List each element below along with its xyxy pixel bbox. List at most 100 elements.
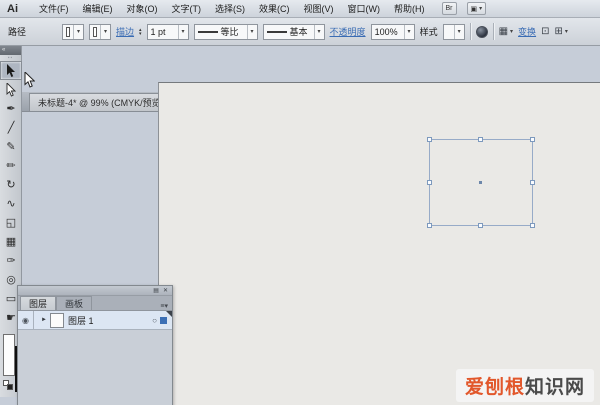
layers-panel: ▤ ✕ 图层 画板 ≡▾ ◉ ► 图层 1 ○ <box>17 285 173 405</box>
fill-color-swatch[interactable] <box>3 334 15 376</box>
line-segment-tool[interactable]: ╱ <box>0 118 22 137</box>
transform-panel-link[interactable]: 变换 <box>518 25 536 38</box>
select-similar-button[interactable]: ⊞ ▾ <box>554 26 567 37</box>
bridge-icon: Br <box>446 5 453 12</box>
opacity-value: 100% <box>375 27 398 37</box>
bridge-button[interactable]: Br <box>442 2 457 15</box>
watermark-accent-text: 爱刨根 <box>465 377 525 398</box>
tab-layers[interactable]: 图层 <box>20 296 56 310</box>
width-profile-icon <box>198 31 218 33</box>
paintbrush-tool[interactable]: ✎ <box>0 137 22 156</box>
stroke-swatch-icon <box>93 27 97 37</box>
recolor-artwork-button[interactable] <box>476 26 488 38</box>
menu-item-type[interactable]: 文字(T) <box>165 0 209 17</box>
control-bar: 路径 ▾ ▾ 描边 ▴ ▾ 1 pt ▾ 等比 ▾ 基本 ▾ 不透明度 <box>0 18 600 46</box>
variable-width-dropdown[interactable]: 等比 ▾ <box>194 24 258 40</box>
watermark-text: 知识网 <box>525 377 585 398</box>
black-arrow-icon <box>6 64 16 78</box>
menu-item-window[interactable]: 窗口(W) <box>341 0 388 17</box>
menu-item-help[interactable]: 帮助(H) <box>387 0 432 17</box>
stroke-weight-value: 1 pt <box>151 27 166 37</box>
selection-handle[interactable] <box>478 137 483 142</box>
panel-title-bar[interactable]: ▤ ✕ <box>18 286 172 296</box>
menu-item-effect[interactable]: 效果(C) <box>252 0 297 17</box>
default-colors-icon[interactable] <box>3 380 13 390</box>
layer-name[interactable]: 图层 1 <box>68 314 152 327</box>
paintbrush-icon: ✎ <box>6 140 15 153</box>
pen-tool[interactable]: ✒ <box>0 99 22 118</box>
canvas[interactable] <box>158 82 600 405</box>
align-dropdown-button[interactable]: ▦ ▾ <box>499 26 513 37</box>
layer-row[interactable]: ◉ ► 图层 1 ○ <box>18 311 172 330</box>
menu-item-view[interactable]: 视图(V) <box>297 0 341 17</box>
brush-definition-value: 基本 <box>290 25 308 38</box>
close-panel-icon[interactable]: ✕ <box>163 287 168 294</box>
fill-color-dropdown[interactable]: ▾ <box>62 24 84 40</box>
style-label: 样式 <box>420 25 438 38</box>
selection-handle[interactable] <box>427 137 432 142</box>
mesh-tool[interactable]: ▦ <box>0 232 22 251</box>
eyedropper-tool[interactable]: ✑ <box>0 251 22 270</box>
isolate-icon: ⊡ <box>541 26 549 37</box>
workspace: 未标题-4* @ 99% (CMYK/预览) × « ▪▪ <box>0 46 600 405</box>
chevron-down-icon: ▾ <box>454 25 461 39</box>
selection-indicator[interactable] <box>160 317 167 324</box>
stroke-panel-link[interactable]: 描边 <box>116 25 134 38</box>
direct-selection-tool[interactable] <box>0 80 22 99</box>
menu-item-file[interactable]: 文件(F) <box>32 0 76 17</box>
free-transform-tool[interactable]: ◱ <box>0 213 22 232</box>
brush-stroke-icon <box>267 31 287 33</box>
panel-menu-icon[interactable]: ≡▾ <box>160 302 172 310</box>
document-tab-title: 未标题-4* @ 99% (CMYK/预览) <box>38 96 164 109</box>
selection-bounding-box[interactable] <box>429 139 533 226</box>
chevron-down-icon: ▾ <box>178 25 185 39</box>
menu-bar: Ai 文件(F) 编辑(E) 对象(O) 文字(T) 选择(S) 效果(C) 视… <box>0 0 600 18</box>
menu-item-edit[interactable]: 编辑(E) <box>76 0 120 17</box>
tools-panel-header[interactable]: « <box>0 46 21 55</box>
isolate-object-button[interactable]: ⊡ <box>541 26 549 37</box>
selection-handle[interactable] <box>530 223 535 228</box>
selection-handle[interactable] <box>427 180 432 185</box>
pencil-tool[interactable]: ✏ <box>0 156 22 175</box>
chevron-down-icon: ▾ <box>73 25 80 39</box>
brush-definition-dropdown[interactable]: 基本 ▾ <box>263 24 325 40</box>
panel-tab-row: 图层 画板 ≡▾ <box>18 296 172 311</box>
layer-thumbnail[interactable] <box>50 313 64 328</box>
artboard-icon: ▭ <box>6 292 16 305</box>
collapse-panel-icon[interactable]: ▤ <box>153 287 159 294</box>
target-circle-icon[interactable]: ○ <box>152 316 157 325</box>
tab-artboards[interactable]: 画板 <box>56 296 92 310</box>
arrange-documents-button[interactable]: ▣ ▾ <box>467 2 487 15</box>
hand-icon: ☛ <box>6 311 16 324</box>
stroke-color-dropdown[interactable]: ▾ <box>89 24 111 40</box>
stroke-weight-input[interactable]: 1 pt ▾ <box>147 24 189 40</box>
variable-width-value: 等比 <box>221 25 239 38</box>
opacity-panel-link[interactable]: 不透明度 <box>330 25 366 38</box>
divider <box>470 23 471 40</box>
stroke-weight-stepper[interactable]: ▴ ▾ <box>139 28 142 36</box>
rotate-tool[interactable]: ↻ <box>0 175 22 194</box>
selection-handle[interactable] <box>530 180 535 185</box>
visibility-toggle[interactable]: ◉ <box>18 316 33 325</box>
chevron-down-icon: ▾ <box>510 28 513 35</box>
arrange-documents-icon: ▣ <box>471 5 478 13</box>
selection-handle[interactable] <box>530 137 535 142</box>
fill-swatch-icon <box>66 27 70 37</box>
collapse-icon: « <box>2 47 5 53</box>
stepper-down-icon[interactable]: ▾ <box>139 32 142 36</box>
selection-handle[interactable] <box>478 223 483 228</box>
expand-layer-icon[interactable]: ► <box>41 317 47 323</box>
menu-item-object[interactable]: 对象(O) <box>120 0 165 17</box>
white-arrow-icon <box>6 83 16 97</box>
selection-tool[interactable] <box>0 61 22 80</box>
selection-handle[interactable] <box>427 223 432 228</box>
mesh-icon: ▦ <box>6 235 16 248</box>
watermark: 爱刨根知识网 <box>456 369 594 402</box>
default-stroke-icon <box>7 384 13 390</box>
style-dropdown[interactable]: ▾ <box>443 24 465 40</box>
width-tool[interactable]: ∿ <box>0 194 22 213</box>
eyedropper-icon: ✑ <box>6 254 15 267</box>
menu-item-select[interactable]: 选择(S) <box>208 0 252 17</box>
chevron-down-icon: ▾ <box>404 25 411 39</box>
opacity-input[interactable]: 100% ▾ <box>371 24 415 40</box>
